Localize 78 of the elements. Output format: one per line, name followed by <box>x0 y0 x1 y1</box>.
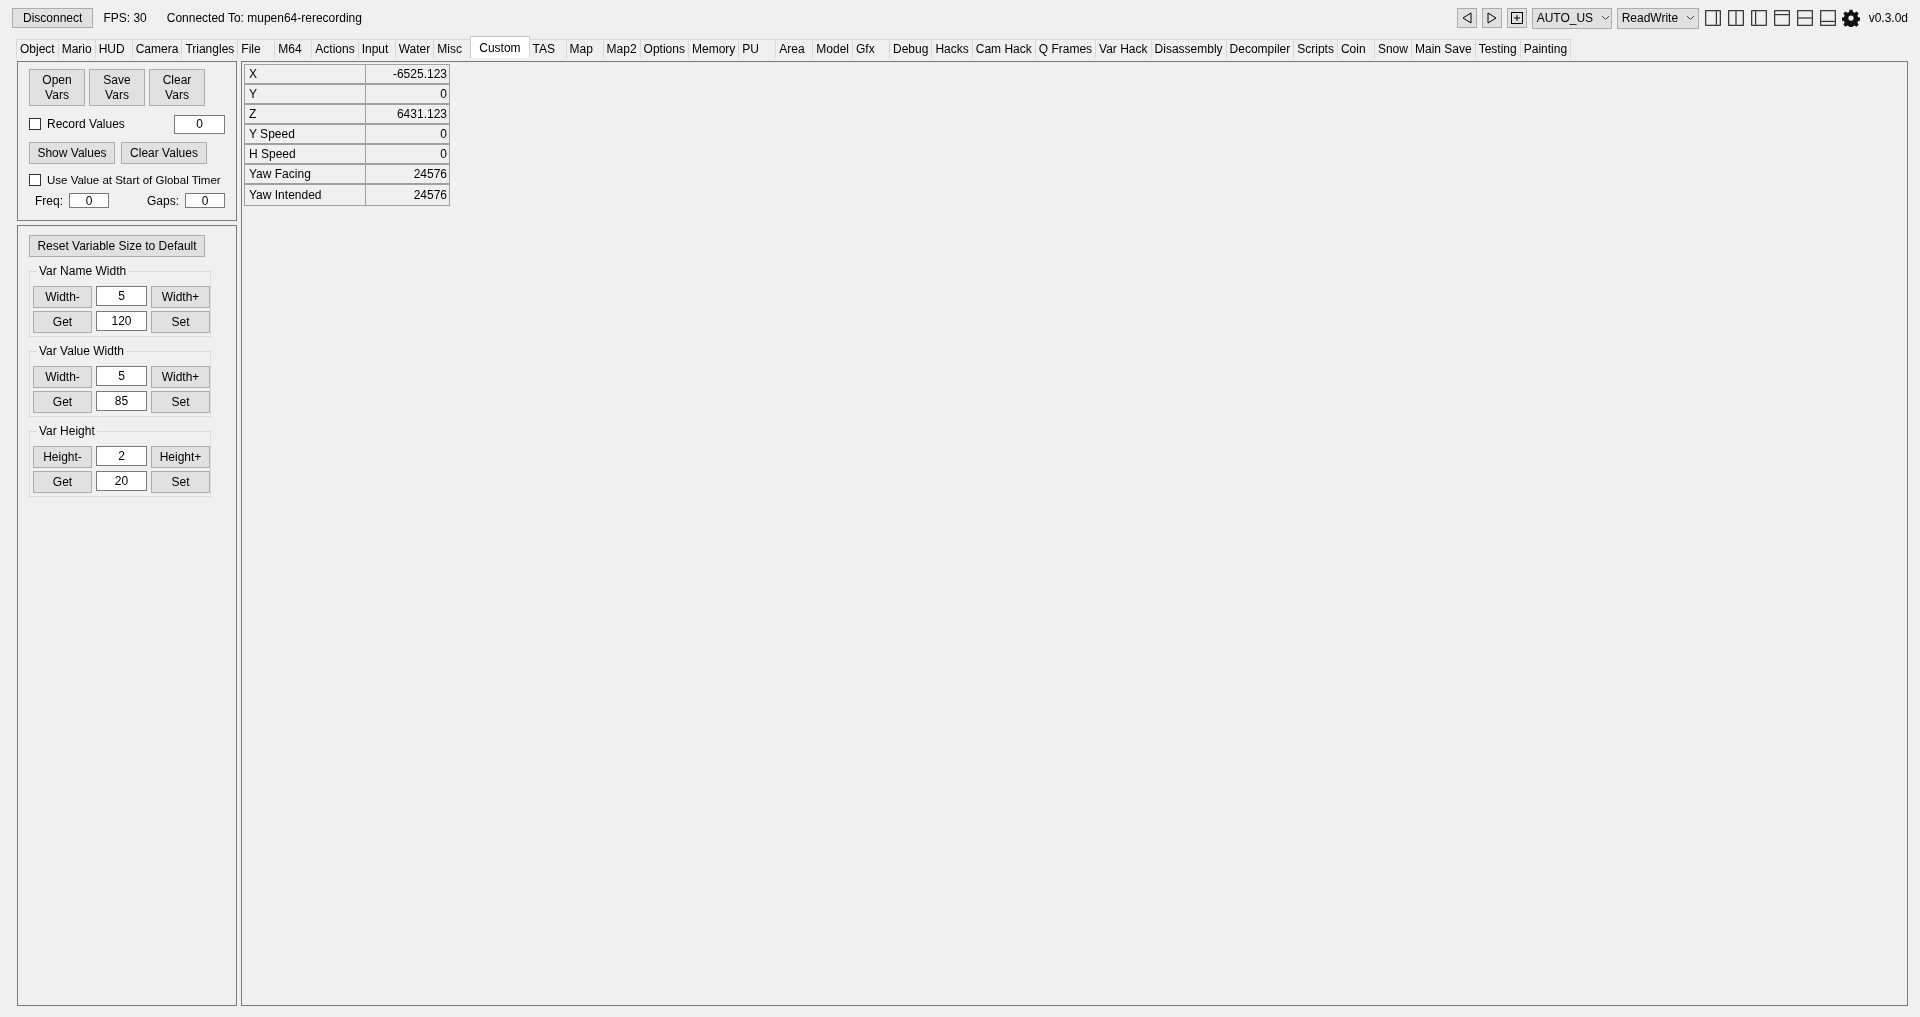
record-values-label: Record Values <box>47 117 125 131</box>
size-field[interactable]: 120 <box>96 311 147 331</box>
size-button[interactable]: Get <box>33 391 92 413</box>
reset-size-button[interactable]: Reset Variable Size to Default <box>29 235 205 257</box>
tab[interactable]: Scripts <box>1293 39 1338 58</box>
variable-name: Z <box>245 105 366 125</box>
size-button[interactable]: Width- <box>33 366 92 388</box>
size-button[interactable]: Get <box>33 471 92 493</box>
group-title: Var Value Width <box>37 344 126 358</box>
tab[interactable]: Map <box>565 39 604 58</box>
variable-name: H Speed <box>245 145 366 165</box>
size-button[interactable]: Set <box>151 471 210 493</box>
caret-icon <box>1686 15 1696 21</box>
variable-name: X <box>245 65 366 85</box>
top-panel-layout-icon[interactable] <box>1772 9 1791 27</box>
tab[interactable]: TAS <box>528 39 567 58</box>
size-field[interactable]: 85 <box>96 391 147 411</box>
tab[interactable]: Options <box>639 39 689 58</box>
size-button[interactable]: Height- <box>33 446 92 468</box>
global-timer-label: Use Value at Start of Global Timer <box>47 174 221 186</box>
plus-icon <box>1509 11 1524 25</box>
tab[interactable]: Debug <box>889 39 933 58</box>
values-button[interactable]: Show Values <box>29 142 115 164</box>
vars-button[interactable]: Open Vars <box>29 69 85 106</box>
checkbox[interactable] <box>29 174 41 186</box>
freq-label: Freq: <box>35 193 63 208</box>
tab[interactable]: Triangles <box>181 39 239 58</box>
add-button[interactable] <box>1506 8 1527 28</box>
size-button[interactable]: Set <box>151 311 210 333</box>
size-field[interactable]: 20 <box>96 471 147 491</box>
settings-icon[interactable] <box>1841 9 1860 27</box>
next-button[interactable] <box>1481 8 1502 28</box>
fps-label: FPS: 30 <box>103 11 147 25</box>
size-field[interactable]: 5 <box>96 286 147 306</box>
size-button[interactable]: Set <box>151 391 210 413</box>
previous-button[interactable] <box>1456 8 1477 28</box>
size-button[interactable]: Width+ <box>151 366 210 388</box>
dropdown[interactable]: ReadWrite <box>1616 7 1699 29</box>
tab[interactable]: Q Frames <box>1034 39 1097 58</box>
checkbox[interactable] <box>29 118 41 130</box>
tab[interactable]: Decompiler <box>1225 39 1295 58</box>
right-panel-layout-icon[interactable] <box>1703 9 1722 27</box>
split-rows-layout-icon[interactable] <box>1795 9 1814 27</box>
size-field[interactable]: 5 <box>96 366 147 386</box>
tab[interactable]: Painting <box>1519 39 1572 58</box>
record-count-field[interactable]: 0 <box>174 114 225 134</box>
vars-button[interactable]: Clear Vars <box>149 69 205 106</box>
disconnect-button[interactable]: Disconnect <box>12 8 94 28</box>
values-button[interactable]: Clear Values <box>121 142 207 164</box>
variable-name: Y Speed <box>245 125 366 145</box>
connection-label: Connected To: mupen64-rerecording <box>166 11 362 25</box>
size-field[interactable]: 2 <box>96 446 147 466</box>
size-button[interactable]: Height+ <box>151 446 210 468</box>
size-button[interactable]: Get <box>33 311 92 333</box>
variable-name: Yaw Facing <box>245 165 366 185</box>
bottom-panel-layout-icon[interactable] <box>1818 9 1837 27</box>
left-panel-layout-icon[interactable] <box>1749 9 1768 27</box>
right-triangle-icon <box>1484 11 1499 25</box>
gaps-label: Gaps: <box>147 193 179 208</box>
tab[interactable]: Custom <box>470 36 530 58</box>
freq-field[interactable]: 0 <box>69 193 109 208</box>
size-button[interactable]: Width- <box>33 286 92 308</box>
tab[interactable]: Testing <box>1474 39 1521 58</box>
tab[interactable]: Input <box>357 39 396 58</box>
caret-icon <box>1601 15 1611 21</box>
tab[interactable]: Map2 <box>602 39 641 58</box>
dropdown[interactable]: AUTO_US <box>1531 7 1612 29</box>
group-title: Var Height <box>37 424 97 438</box>
vars-button[interactable]: Save Vars <box>89 69 145 106</box>
tab[interactable]: Memory <box>687 39 740 58</box>
version-label: v0.3.0d <box>1868 11 1908 25</box>
size-button[interactable]: Width+ <box>151 286 210 308</box>
split-columns-layout-icon[interactable] <box>1726 9 1745 27</box>
group-title: Var Name Width <box>37 264 129 278</box>
variable-name: Y <box>245 85 366 105</box>
tab[interactable]: Object <box>16 39 59 58</box>
tab[interactable]: Disassembly <box>1150 39 1227 58</box>
gaps-field[interactable]: 0 <box>185 193 225 208</box>
